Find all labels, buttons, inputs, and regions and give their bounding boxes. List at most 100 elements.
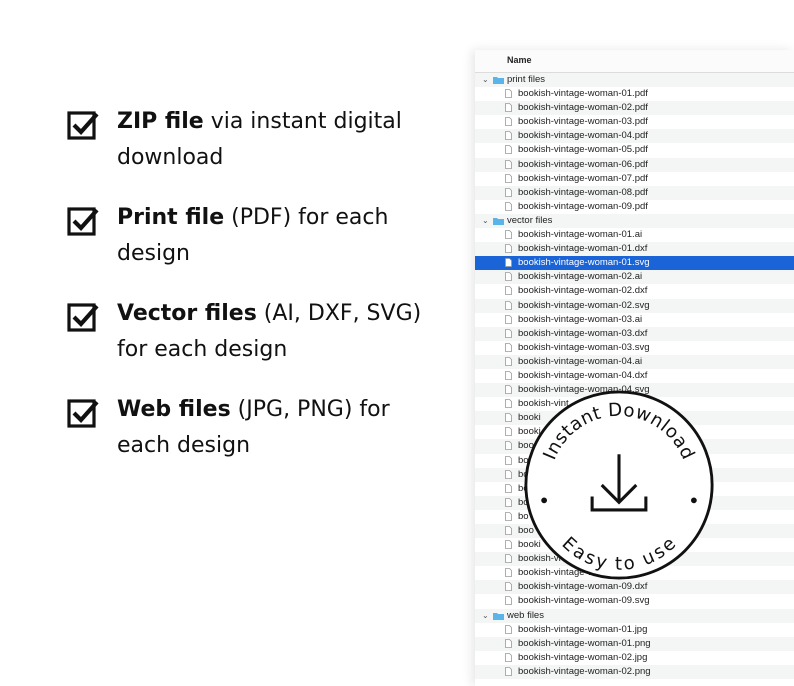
checkbox-checked-icon bbox=[67, 111, 99, 140]
file-name: bookish-vintage-woman-03.pdf bbox=[518, 116, 648, 128]
file-row[interactable]: bookish-vintage-woman-02.dxf bbox=[475, 284, 794, 298]
file-name: bookish-vintage-woman-02.dxf bbox=[518, 285, 648, 297]
file-row[interactable]: bookish-vintage-woman-06.pdf bbox=[475, 157, 794, 172]
file-row[interactable]: bookish-vintage-woman-04.ai bbox=[475, 354, 794, 369]
document-icon bbox=[505, 667, 512, 676]
disclosure-chevron-icon[interactable]: ⌄ bbox=[482, 73, 489, 87]
file-row[interactable]: bookish-vintage-woman-01.jpg bbox=[475, 623, 794, 637]
document-icon bbox=[505, 201, 512, 211]
file-name: bookish-vintage-woman-05.pdf bbox=[518, 144, 648, 156]
file-name: bookish-vintage-woman-04.ai bbox=[518, 355, 643, 367]
document-icon bbox=[505, 258, 512, 268]
file-row[interactable]: bookish-vintage-woman-05.pdf bbox=[475, 143, 794, 157]
document-icon bbox=[505, 230, 512, 239]
feature-bold: ZIP file bbox=[117, 109, 204, 134]
document-icon bbox=[505, 342, 512, 352]
document-icon bbox=[505, 441, 512, 451]
document-icon bbox=[505, 300, 512, 310]
document-icon bbox=[505, 540, 512, 549]
document-icon bbox=[505, 385, 512, 394]
checkbox-checked-icon bbox=[67, 399, 99, 428]
document-icon bbox=[505, 652, 512, 662]
document-icon bbox=[505, 286, 512, 296]
folder-icon bbox=[493, 217, 504, 225]
file-row[interactable]: bookish-vintage-woman-09.svg bbox=[475, 594, 794, 608]
feature-bold: Web files bbox=[117, 397, 231, 422]
document-icon bbox=[505, 624, 512, 634]
file-row[interactable]: bookish-vintage-woman-03.dxf bbox=[475, 326, 794, 341]
badge-dot-right bbox=[691, 497, 697, 504]
document-icon bbox=[505, 497, 512, 507]
file-row[interactable]: bookish-vintage-woman-03.svg bbox=[475, 341, 794, 355]
file-name: bookish-vintage-woman-09.svg bbox=[518, 595, 650, 607]
file-name: bookish-vintage-woman-01.png bbox=[518, 637, 651, 649]
document-icon bbox=[505, 469, 512, 479]
feature-item: ZIP file via instant digital download bbox=[66, 104, 446, 176]
file-row[interactable]: bookish-vintage-woman-02.png bbox=[475, 664, 794, 680]
file-name: bookish-vintage-woman-01.pdf bbox=[518, 88, 648, 100]
document-icon bbox=[505, 103, 512, 113]
file-row[interactable]: bookish-vintage-woman-04.pdf bbox=[475, 129, 794, 144]
document-icon bbox=[505, 173, 512, 183]
document-icon bbox=[505, 399, 512, 409]
document-icon bbox=[505, 455, 512, 465]
file-name: bookish-vintage-woman-02.svg bbox=[518, 299, 650, 311]
file-name: bookish-vintage-woman-02.ai bbox=[518, 271, 643, 283]
file-list: ⌄ print files bookish-vintage-woman-01.pdf… bbox=[475, 73, 794, 680]
file-name: bookish-vintage-woman-03.ai bbox=[518, 313, 643, 325]
document-icon bbox=[505, 526, 512, 535]
feature-item: Vector files (AI, DXF, SVG) for each des… bbox=[66, 296, 446, 368]
instant-download-badge: Instant Download Easy to use bbox=[524, 390, 714, 580]
disclosure-chevron-icon[interactable]: ⌄ bbox=[482, 609, 489, 623]
feature-bold: Print file bbox=[117, 205, 225, 230]
file-name: bookish-vintage-woman-06.pdf bbox=[518, 158, 648, 170]
file-name: bookish-vintage-woman-01.ai bbox=[518, 229, 643, 241]
file-name: bookish-vintage-woman-01.dxf bbox=[518, 243, 648, 255]
document-icon bbox=[505, 314, 512, 324]
file-row[interactable]: bookish-vintage-woman-09.pdf bbox=[475, 200, 794, 214]
folder-name: print files bbox=[507, 74, 546, 85]
folder-row[interactable]: ⌄ vector files bbox=[475, 213, 794, 229]
file-row[interactable]: bookish-vintage-woman-01.dxf bbox=[475, 242, 794, 257]
document-icon bbox=[505, 371, 512, 380]
folder-row[interactable]: ⌄ print files bbox=[475, 73, 794, 88]
file-name: bookish-vintage-woman-03.svg bbox=[518, 341, 650, 353]
disclosure-chevron-icon[interactable]: ⌄ bbox=[482, 214, 489, 228]
file-row[interactable]: bookish-vintage-woman-02.pdf bbox=[475, 101, 794, 116]
document-icon bbox=[505, 117, 512, 127]
badge-dot-left bbox=[541, 497, 547, 504]
feature-bold: Vector files bbox=[117, 301, 257, 326]
feature-text: Print file (PDF) for each design bbox=[117, 200, 446, 272]
document-icon bbox=[505, 596, 512, 606]
file-row[interactable]: bookish-vintage-woman-04.dxf bbox=[475, 369, 794, 383]
file-row[interactable]: bookish-vintage-woman-08.pdf bbox=[475, 185, 794, 200]
file-row[interactable]: bookish-vintage-woman-02.ai bbox=[475, 270, 794, 285]
checkbox-checked-icon bbox=[67, 207, 99, 236]
document-icon bbox=[505, 582, 512, 592]
file-row[interactable]: bookish-vintage-woman-01.png bbox=[475, 636, 794, 651]
folder-icon bbox=[493, 612, 504, 620]
document-icon bbox=[505, 145, 512, 155]
file-row[interactable]: bookish-vintage-woman-01.svg bbox=[475, 256, 794, 271]
file-name: bookish-vintage-woman-03.dxf bbox=[518, 327, 648, 339]
document-icon bbox=[505, 427, 512, 437]
file-row[interactable]: bookish-vintage-woman-03.pdf bbox=[475, 115, 794, 129]
file-row[interactable]: bookish-vintage-woman-01.ai bbox=[475, 228, 794, 242]
file-browser-window: Name ⌄ print files bookish-vintage-woman-0… bbox=[475, 50, 794, 686]
file-name: bookish-vintage-woman-02.png bbox=[518, 665, 651, 677]
feature-text: Vector files (AI, DXF, SVG) for each des… bbox=[117, 296, 446, 368]
file-row[interactable]: bookish-vintage-woman-02.jpg bbox=[475, 651, 794, 665]
folder-row[interactable]: ⌄ web files bbox=[475, 608, 794, 623]
file-row[interactable]: bookish-vintage-woman-01.pdf bbox=[475, 87, 794, 101]
file-row[interactable]: bookish-vintage-woman-02.svg bbox=[475, 298, 794, 313]
file-row[interactable]: bookish-vintage-woman-03.ai bbox=[475, 313, 794, 327]
column-header-name[interactable]: Name bbox=[475, 50, 794, 73]
file-name: bookish-vintage-woman-02.pdf bbox=[518, 102, 648, 114]
document-icon bbox=[505, 554, 512, 564]
file-row[interactable]: bookish-vintage-woman-09.dxf bbox=[475, 580, 794, 595]
document-icon bbox=[505, 328, 512, 338]
column-header-label: Name bbox=[507, 55, 532, 65]
file-name: bookish-vintage-woman-02.jpg bbox=[518, 651, 648, 663]
file-row[interactable]: bookish-vintage-woman-07.pdf bbox=[475, 172, 794, 186]
document-icon bbox=[505, 512, 512, 521]
